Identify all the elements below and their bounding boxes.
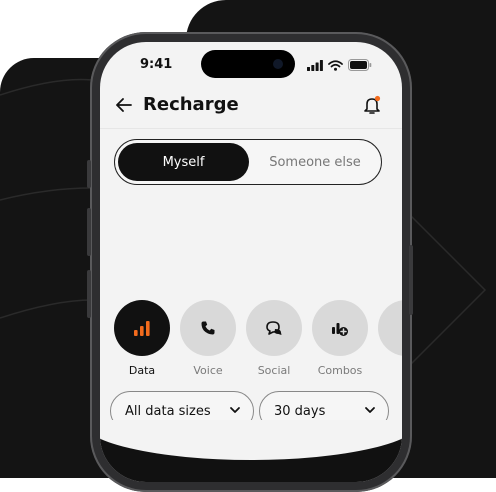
- battery-icon: [348, 59, 372, 71]
- category-label: Voice: [193, 364, 223, 377]
- status-icons: [307, 59, 372, 71]
- app-screen: 9:41 Recharge Myself Someone else Data V…: [100, 42, 402, 482]
- more-icon: [378, 300, 402, 356]
- data-size-value: All data sizes: [125, 403, 211, 419]
- category-voice-circle: [180, 300, 236, 356]
- category-label: Combos: [317, 364, 363, 377]
- validity-value: 30 days: [274, 403, 326, 419]
- phone-icon: [201, 321, 215, 335]
- recipient-toggle: Myself Someone else: [114, 139, 382, 185]
- signal-icon: [307, 59, 323, 71]
- phone-power-button: [409, 245, 413, 315]
- category-more[interactable]: [378, 300, 402, 356]
- category-social-circle: [246, 300, 302, 356]
- category-social[interactable]: Social: [246, 300, 302, 377]
- category-label: Data: [128, 364, 156, 377]
- category-list: Data Voice Social Combos: [114, 300, 402, 380]
- app-header: Recharge: [100, 86, 402, 128]
- category-data-circle: [114, 300, 170, 356]
- page-title: Recharge: [143, 94, 239, 115]
- status-time: 9:41: [140, 57, 173, 72]
- phone-volume-up: [87, 208, 91, 256]
- category-voice[interactable]: Voice: [180, 300, 236, 377]
- toggle-myself[interactable]: Myself: [118, 143, 249, 181]
- phone-side-button: [87, 160, 91, 188]
- camera-icon: [273, 59, 283, 69]
- toggle-someone-else[interactable]: Someone else: [251, 143, 379, 181]
- category-combos[interactable]: Combos: [312, 300, 368, 377]
- header-divider: [100, 128, 402, 129]
- category-label: Social: [257, 364, 291, 377]
- bar-chart-icon: [134, 321, 150, 336]
- notification-bell-icon[interactable]: [362, 95, 382, 115]
- chevron-down-icon: [365, 407, 375, 413]
- dynamic-island: [201, 50, 295, 78]
- chat-bubbles-icon: [266, 321, 282, 335]
- chevron-down-icon: [230, 407, 240, 413]
- category-combos-circle: [312, 300, 368, 356]
- wifi-icon: [328, 59, 343, 71]
- phone-volume-down: [87, 270, 91, 318]
- back-arrow-icon[interactable]: [115, 96, 133, 114]
- combo-plus-icon: [332, 323, 348, 336]
- category-data[interactable]: Data: [114, 300, 170, 377]
